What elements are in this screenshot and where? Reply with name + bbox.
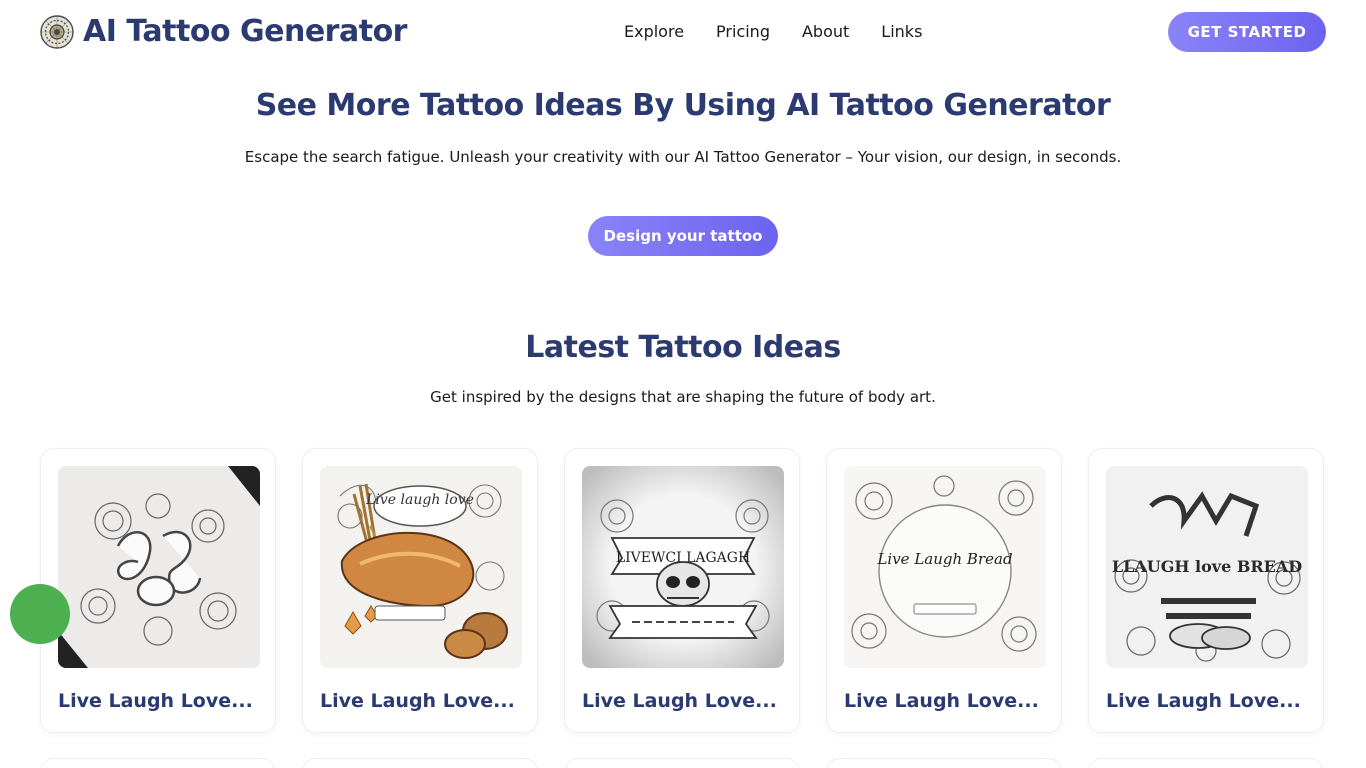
tattoo-card-title[interactable]: Live Laugh Love...: [320, 690, 515, 712]
floating-widget-button[interactable]: [10, 584, 70, 644]
get-started-button[interactable]: GET STARTED: [1168, 12, 1326, 52]
tattoo-card[interactable]: Live Laugh Bread Live Laugh Love...: [826, 448, 1062, 733]
tattoo-card[interactable]: Live laugh love Live Laugh Love...: [302, 448, 538, 733]
tattoo-card[interactable]: LIVEWCI LAGAGH Live Laugh Love...: [564, 448, 800, 733]
main-nav: Explore Pricing About Links: [624, 22, 922, 41]
tattoo-image-caption: Live laugh love: [365, 492, 474, 508]
mandala-logo-icon: [40, 14, 74, 49]
tattoo-image[interactable]: [58, 466, 260, 668]
brand[interactable]: AI Tattoo Generator: [40, 14, 407, 49]
nav-explore[interactable]: Explore: [624, 22, 684, 41]
tattoo-image-caption: Live Laugh Bread: [876, 550, 1012, 568]
nav-links[interactable]: Links: [881, 22, 922, 41]
tattoo-card[interactable]: [40, 758, 276, 768]
tattoo-card[interactable]: [1088, 758, 1324, 768]
brand-name: AI Tattoo Generator: [83, 14, 407, 49]
hero-title: See More Tattoo Ideas By Using AI Tattoo…: [255, 88, 1111, 123]
tattoo-card[interactable]: [302, 758, 538, 768]
tattoo-card-title[interactable]: Live Laugh Love...: [582, 690, 777, 712]
tattoo-image[interactable]: Live laugh love: [320, 466, 522, 668]
latest-ideas-title: Latest Tattoo Ideas: [525, 330, 841, 365]
tattoo-image[interactable]: Live Laugh Bread: [844, 466, 1046, 668]
tattoo-image[interactable]: LIVEWCI LAGAGH: [582, 466, 784, 668]
tattoo-card[interactable]: Live Laugh Love...: [40, 448, 276, 733]
nav-pricing[interactable]: Pricing: [716, 22, 770, 41]
tattoo-grid: Live Laugh Love... Live laugh love Live …: [40, 448, 1324, 733]
hero-subtitle: Escape the search fatigue. Unleash your …: [244, 148, 1122, 166]
tattoo-card-title[interactable]: Live Laugh Love...: [1106, 690, 1301, 712]
site-header: AI Tattoo Generator Explore Pricing Abou…: [0, 0, 1366, 64]
tattoo-image[interactable]: LLAUGH love BREAD: [1106, 466, 1308, 668]
tattoo-card[interactable]: [826, 758, 1062, 768]
tattoo-card-title[interactable]: Live Laugh Love...: [58, 690, 253, 712]
tattoo-grid-next-row: [40, 758, 1324, 768]
design-tattoo-button[interactable]: Design your tattoo: [588, 216, 778, 256]
tattoo-card[interactable]: [564, 758, 800, 768]
tattoo-image-caption: LLAUGH love BREAD: [1112, 557, 1302, 576]
tattoo-card[interactable]: LLAUGH love BREAD Live Laugh Love...: [1088, 448, 1324, 733]
nav-about[interactable]: About: [802, 22, 849, 41]
latest-ideas-subtitle: Get inspired by the designs that are sha…: [430, 388, 936, 406]
tattoo-card-title[interactable]: Live Laugh Love...: [844, 690, 1039, 712]
